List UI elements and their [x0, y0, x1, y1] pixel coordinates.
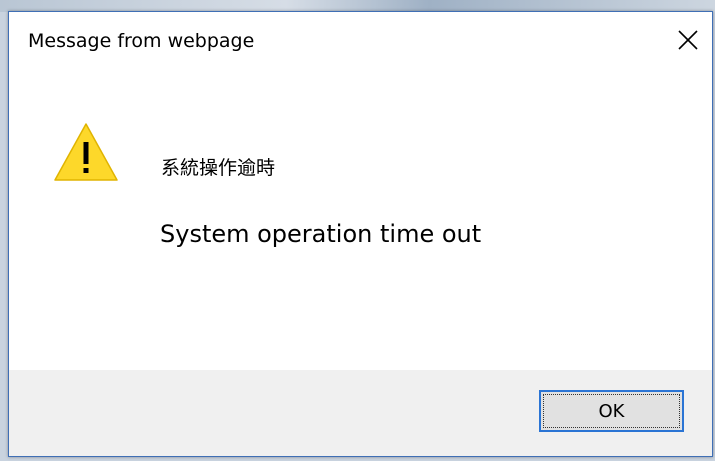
message-dialog: Message from webpage 系統操作逾時 System opera…: [8, 11, 713, 457]
dialog-title: Message from webpage: [28, 30, 255, 52]
message-text-english: System operation time out: [160, 220, 482, 248]
dialog-content: 系統操作逾時 System operation time out: [9, 72, 712, 372]
ok-button-label: OK: [598, 400, 625, 422]
close-button[interactable]: [674, 26, 702, 54]
ok-button[interactable]: OK: [539, 390, 684, 432]
message-text-chinese: 系統操作逾時: [161, 157, 276, 179]
warning-icon: [53, 122, 119, 182]
dialog-footer: OK: [9, 370, 712, 456]
dialog-titlebar: Message from webpage: [9, 12, 712, 72]
close-icon: [674, 26, 702, 54]
